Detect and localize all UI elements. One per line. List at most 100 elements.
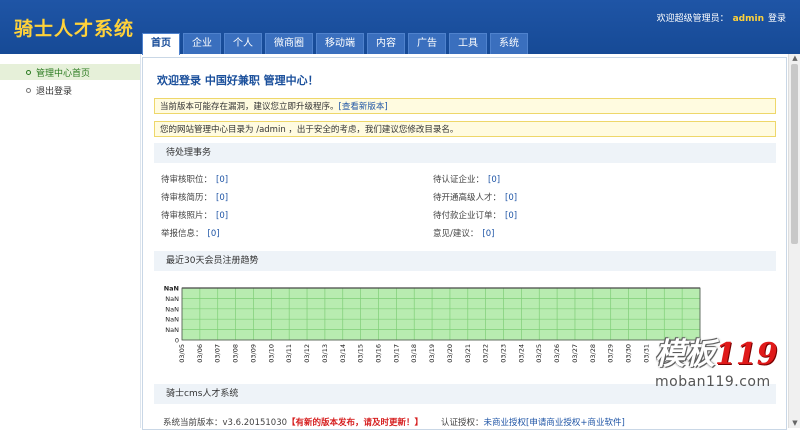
chart-x-tick-label: 03/06 (196, 344, 204, 363)
pending-count-link[interactable]: [0] (505, 193, 517, 203)
chart-x-tick-label: 03/17 (392, 344, 400, 363)
pending-label: 待审核职位： (161, 175, 213, 185)
chart-x-tick-label: 03/23 (500, 344, 508, 363)
scroll-thumb[interactable] (791, 64, 798, 244)
logout-link[interactable]: 登录 (768, 14, 786, 24)
chart-x-tick-label: 03/28 (589, 344, 597, 363)
version-label: 系统当前版本： (163, 418, 223, 428)
chart-x-tick-label: 03/15 (357, 344, 365, 363)
tab-7[interactable]: 工具 (449, 33, 487, 54)
scroll-up-arrow-icon[interactable]: ▲ (789, 54, 800, 63)
tab-5[interactable]: 内容 (367, 33, 405, 54)
bullet-icon (26, 69, 31, 75)
chart-plot-area (182, 288, 700, 340)
view-new-version-link[interactable]: [查看新版本] (339, 102, 388, 112)
chart-x-tick-label: 03/27 (571, 344, 579, 363)
auth-info: 认证授权：未商业授权[申请商业授权+商业软件] (441, 416, 625, 428)
pending-item: 意见/建议： [0] (433, 227, 494, 239)
pending-label: 待认证企业： (433, 175, 485, 185)
chart-x-tick-label: 03/18 (410, 344, 418, 363)
pending-label: 待付款企业订单： (433, 211, 502, 221)
sidebar-item-label: 退出登录 (36, 86, 73, 97)
pending-label: 待审核照片： (161, 211, 213, 221)
chart-x-tick-label: 03/08 (232, 344, 240, 363)
chart-x-tick-label: 03/16 (374, 344, 382, 363)
chart-x-tick-label: 03/31 (642, 344, 650, 363)
chart-y-tick-label: NaN (165, 326, 179, 334)
chart-x-tick-label: 03/07 (214, 344, 222, 363)
tab-3[interactable]: 微商圈 (265, 33, 313, 54)
sidebar-item-logout[interactable]: 退出登录 (0, 82, 140, 98)
chart-x-tick-label: 03/09 (249, 344, 257, 363)
upgrade-notice: 当前版本可能存在漏洞，建议您立即升级程序。[查看新版本] (154, 98, 776, 114)
pending-label: 待开通高级人才： (433, 193, 502, 203)
pending-label: 待审核简历： (161, 193, 213, 203)
watermark-logo: 模板119 moban119.com (655, 338, 795, 414)
sidebar: 管理中心首页 退出登录 (0, 54, 141, 428)
trend-section-header: 最近30天会员注册趋势 (154, 251, 776, 271)
admin-username[interactable]: admin (733, 14, 764, 24)
chart-x-tick-label: 03/19 (428, 344, 436, 363)
main-nav-tabs: 首页 企业 个人 微商圈 移动端 内容 广告 工具 系统 (142, 33, 531, 55)
chart-y-tick-label: 0 (175, 337, 179, 345)
tab-4[interactable]: 移动端 (316, 33, 364, 54)
tab-2[interactable]: 个人 (224, 33, 262, 54)
pending-count-link[interactable]: [0] (216, 211, 228, 221)
pending-count-link[interactable]: [0] (482, 229, 494, 239)
auth-link[interactable]: 未商业授权[申请商业授权+商业软件] (484, 418, 625, 428)
pending-label: 意见/建议： (433, 229, 479, 239)
chart-y-tick-label: NaN (165, 316, 179, 324)
chart-x-tick-label: 03/30 (625, 344, 633, 363)
watermark-url: moban119.com (655, 374, 771, 390)
tab-0[interactable]: 首页 (142, 33, 180, 55)
chart-y-tick-label: NaN (164, 285, 179, 293)
pending-item: 待开通高级人才： [0] (433, 191, 517, 203)
registration-trend-chart: NaN NaN NaN NaN NaN 003/05 03/06 03/07 03/08 03/0… (164, 285, 704, 363)
upgrade-notice-text: 当前版本可能存在漏洞，建议您立即升级程序。 (160, 102, 339, 112)
chart-x-tick-label: 03/20 (446, 344, 454, 363)
update-note: 【有新的版本发布，请及时更新！】 (287, 418, 424, 428)
pending-item: 待认证企业： [0] (433, 173, 500, 185)
tab-1[interactable]: 企业 (183, 33, 221, 54)
version-value: v3.6.20151030 (222, 418, 288, 428)
chart-x-tick-label: 03/13 (321, 344, 329, 363)
auth-label: 认证授权： (441, 418, 484, 428)
logo: 骑士人才系统 (14, 18, 135, 40)
admin-dir-notice: 您的网站管理中心目录为 /admin ，出于安全的考虑，我们建议您修改目录名。 (154, 121, 776, 137)
pending-count-link[interactable]: [0] (505, 211, 517, 221)
pending-item: 待付款企业订单： [0] (433, 209, 517, 221)
chart-x-tick-label: 03/29 (607, 344, 615, 363)
sidebar-item-dashboard[interactable]: 管理中心首页 (0, 64, 140, 80)
page-title: 欢迎登录 中国好兼职 管理中心！ (157, 74, 319, 87)
pending-label: 举报信息： (161, 229, 204, 239)
pending-item: 举报信息： [0] (161, 227, 220, 239)
chart-x-tick-label: 03/12 (303, 344, 311, 363)
chart-x-tick-label: 03/26 (553, 344, 561, 363)
chart-y-tick-label: NaN (165, 295, 179, 303)
admin-dir-notice-text: 您的网站管理中心目录为 /admin ，出于安全的考虑，我们建议您修改目录名。 (160, 125, 459, 135)
user-bar: 欢迎超级管理员： admin 登录 (657, 11, 786, 24)
chart-y-tick-label: NaN (165, 305, 179, 313)
pending-item: 待审核职位： [0] (161, 173, 228, 185)
pending-count-link[interactable]: [0] (488, 175, 500, 185)
chart-x-tick-label: 03/21 (464, 344, 472, 363)
sidebar-item-label: 管理中心首页 (36, 68, 91, 79)
pending-count-link[interactable]: [0] (208, 229, 220, 239)
pending-count-link[interactable]: [0] (216, 175, 228, 185)
tab-8[interactable]: 系统 (490, 33, 528, 54)
chart-x-tick-label: 03/14 (339, 344, 347, 363)
tab-6[interactable]: 广告 (408, 33, 446, 54)
chart-x-tick-label: 03/25 (535, 344, 543, 363)
watermark-num: 119 (715, 337, 778, 372)
chart-x-tick-label: 03/10 (267, 344, 275, 363)
scroll-down-arrow-icon[interactable]: ▼ (789, 419, 800, 428)
top-header: 骑士人才系统 欢迎超级管理员： admin 登录 首页 企业 个人 微商圈 移动端 内容 广告工… (0, 0, 800, 55)
greeting-text: 欢迎超级管理员： (656, 14, 729, 24)
bullet-icon (26, 87, 31, 93)
version-info: 系统当前版本：v3.6.20151030【有新的版本发布，请及时更新！】 (163, 416, 423, 428)
pending-count-link[interactable]: [0] (216, 193, 228, 203)
pending-item: 待审核简历： [0] (161, 191, 228, 203)
chart-x-tick-label: 03/11 (285, 344, 293, 363)
pending-section-header: 待处理事务 (154, 143, 776, 163)
pending-item: 待审核照片： [0] (161, 209, 228, 221)
